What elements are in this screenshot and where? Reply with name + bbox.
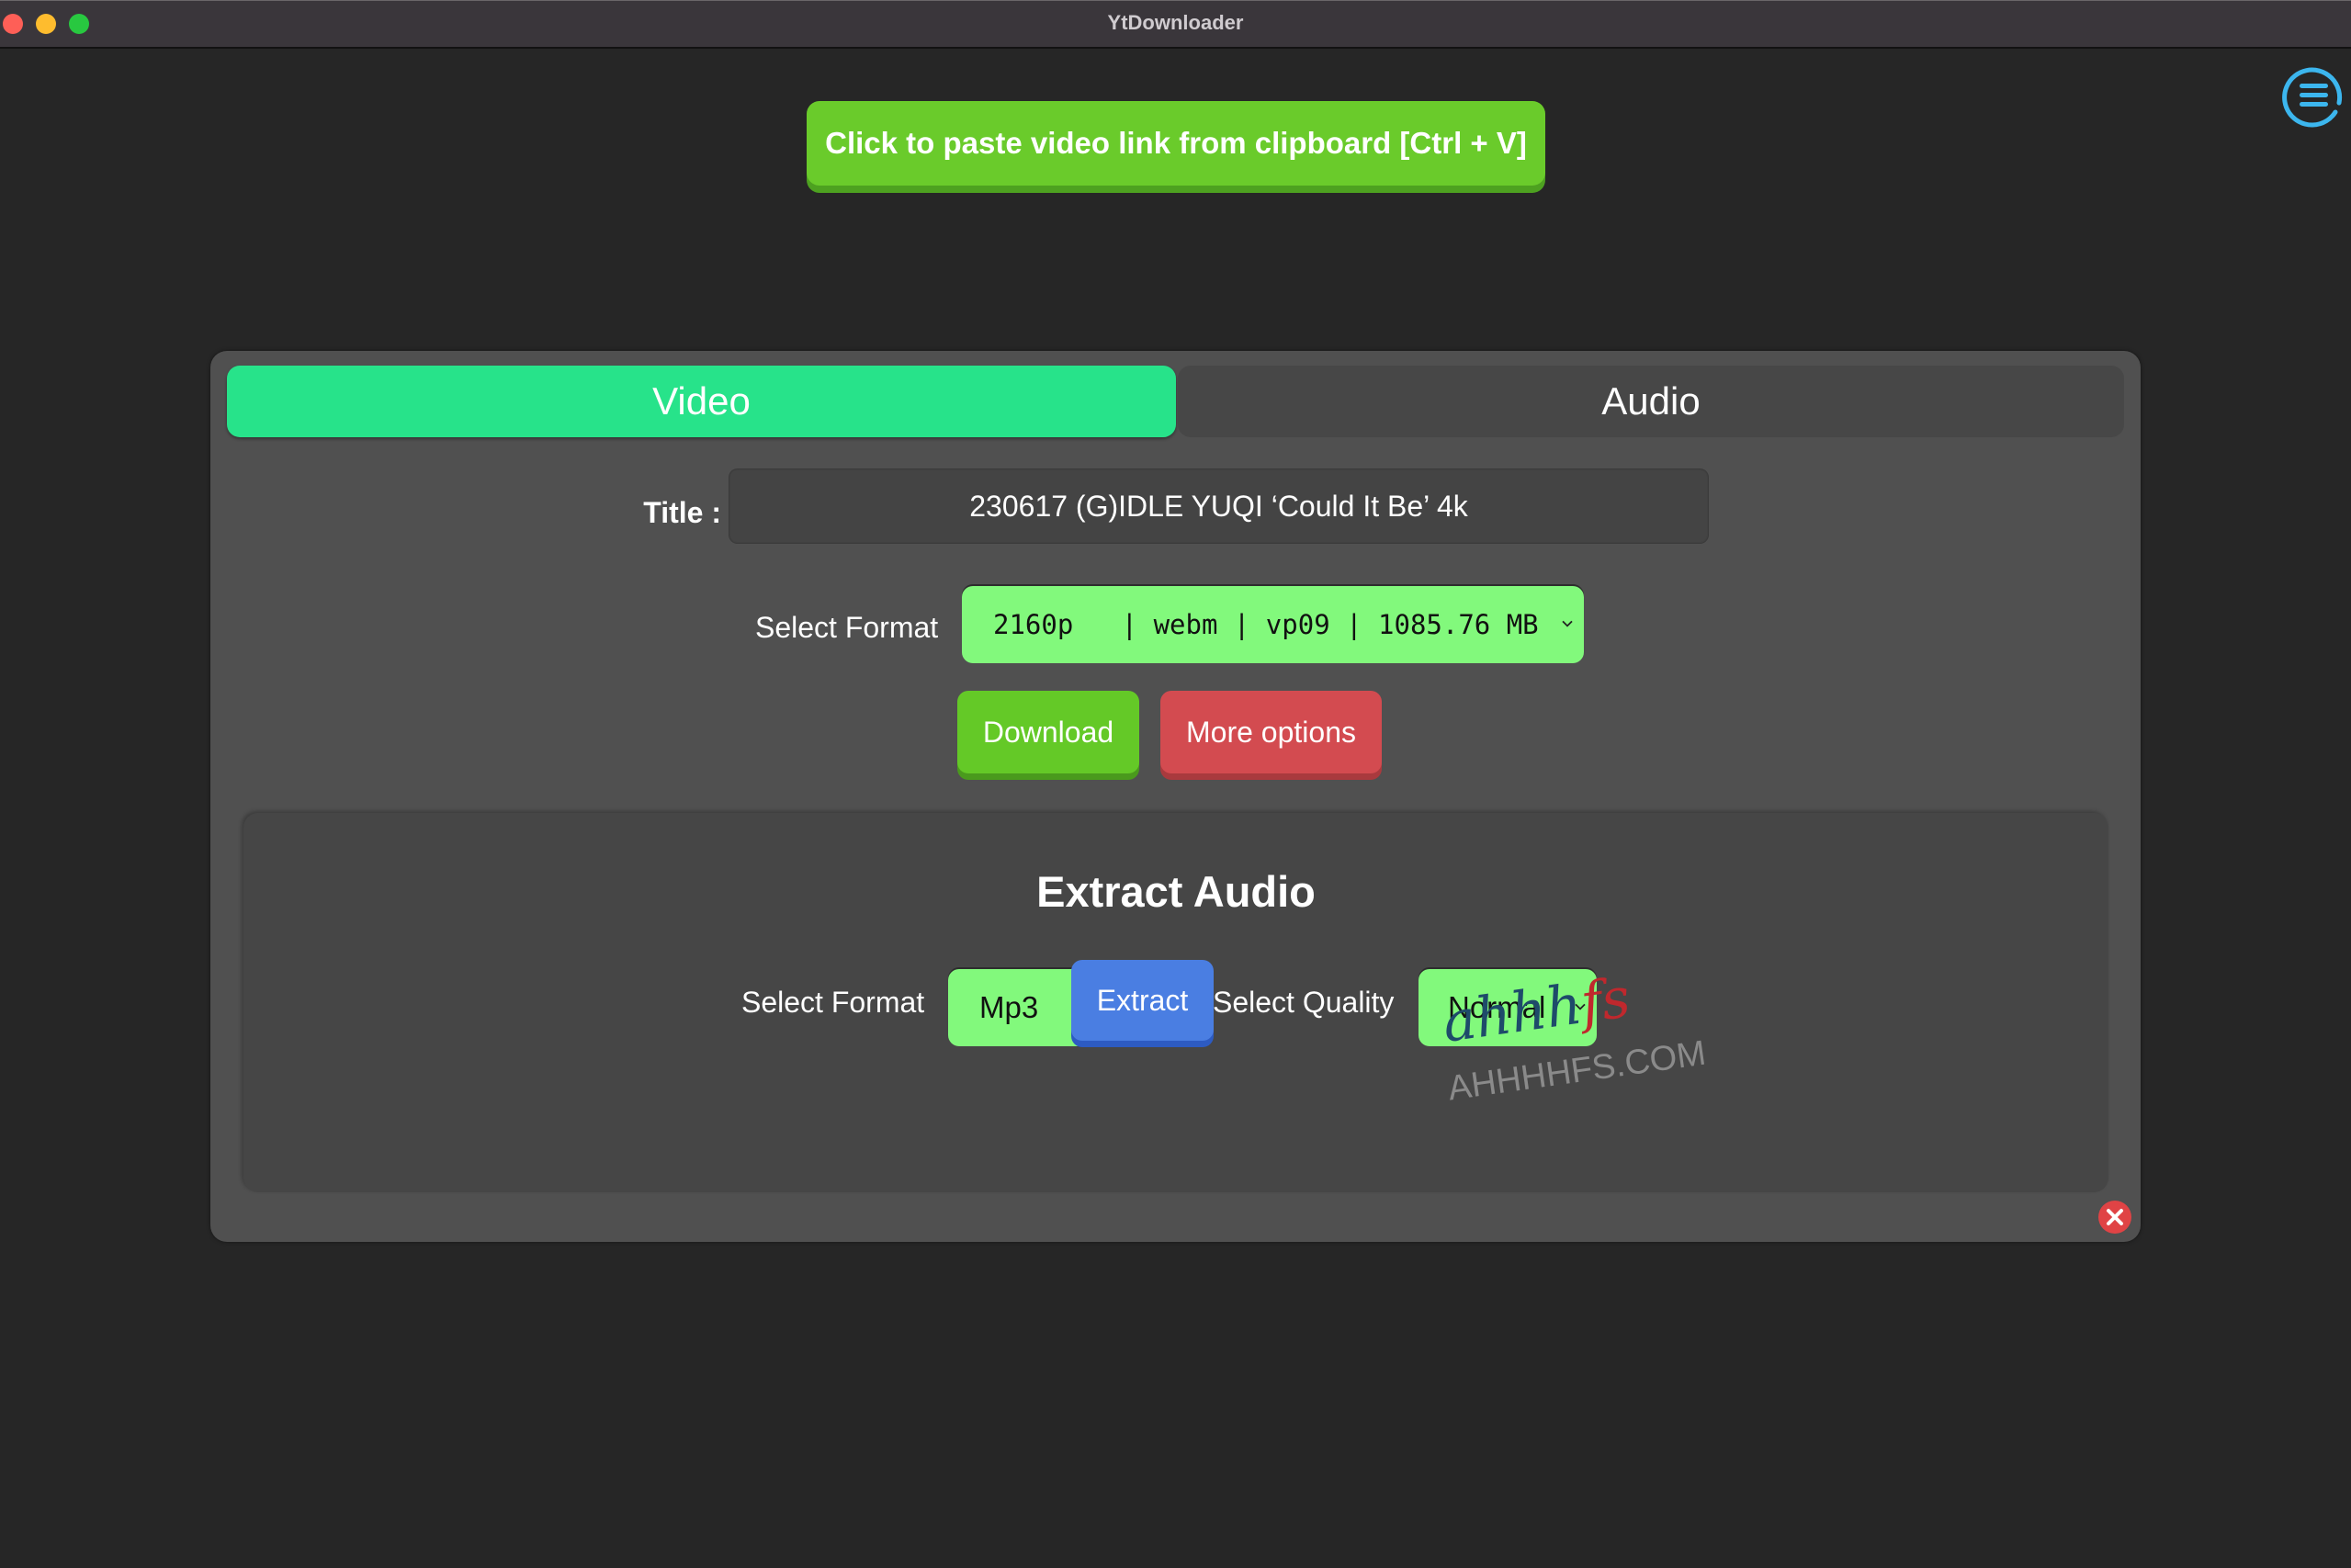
- close-icon: [2107, 1209, 2123, 1225]
- tab-video[interactable]: Video: [227, 366, 1176, 437]
- menu-button[interactable]: [2278, 61, 2348, 130]
- extract-audio-heading: Extract Audio: [1036, 867, 1316, 916]
- window-titlebar: YtDownloader: [0, 0, 2351, 49]
- chevron-down-icon: [1562, 620, 1573, 627]
- title-field[interactable]: 230617 (G)IDLE YUQI ‘Could It Be’ 4k: [729, 468, 1709, 544]
- more-options-button[interactable]: More options: [1160, 691, 1382, 773]
- audio-quality-label: Select Quality: [1213, 986, 1395, 1019]
- main-panel: Video Audio Title : 230617 (G)IDLE YUQI …: [210, 351, 2141, 1242]
- extract-button[interactable]: Extract: [1071, 960, 1214, 1041]
- window-title: YtDownloader: [1107, 11, 1244, 34]
- video-format-label: Select Format: [755, 611, 939, 644]
- close-panel-button[interactable]: [2098, 1201, 2131, 1234]
- hamburger-menu-icon: [2282, 67, 2343, 128]
- chevron-down-icon: [1575, 1003, 1586, 1010]
- title-label: Title :: [643, 496, 721, 529]
- audio-quality-value: Normal: [1448, 990, 1546, 1024]
- download-button[interactable]: Download: [957, 691, 1139, 773]
- audio-format-value: Mp3: [979, 990, 1039, 1024]
- audio-quality-select[interactable]: Normal: [1419, 969, 1597, 1046]
- tab-audio[interactable]: Audio: [1178, 366, 2124, 437]
- video-format-select[interactable]: 2160p | webm | vp09 | 1085.76 MB: [962, 586, 1584, 663]
- audio-format-label: Select Format: [741, 986, 925, 1019]
- tab-bar: Video Audio: [227, 366, 2124, 439]
- paste-link-button[interactable]: Click to paste video link from clipboard…: [807, 101, 1545, 186]
- video-format-value: 2160p | webm | vp09 | 1085.76 MB: [993, 609, 1539, 640]
